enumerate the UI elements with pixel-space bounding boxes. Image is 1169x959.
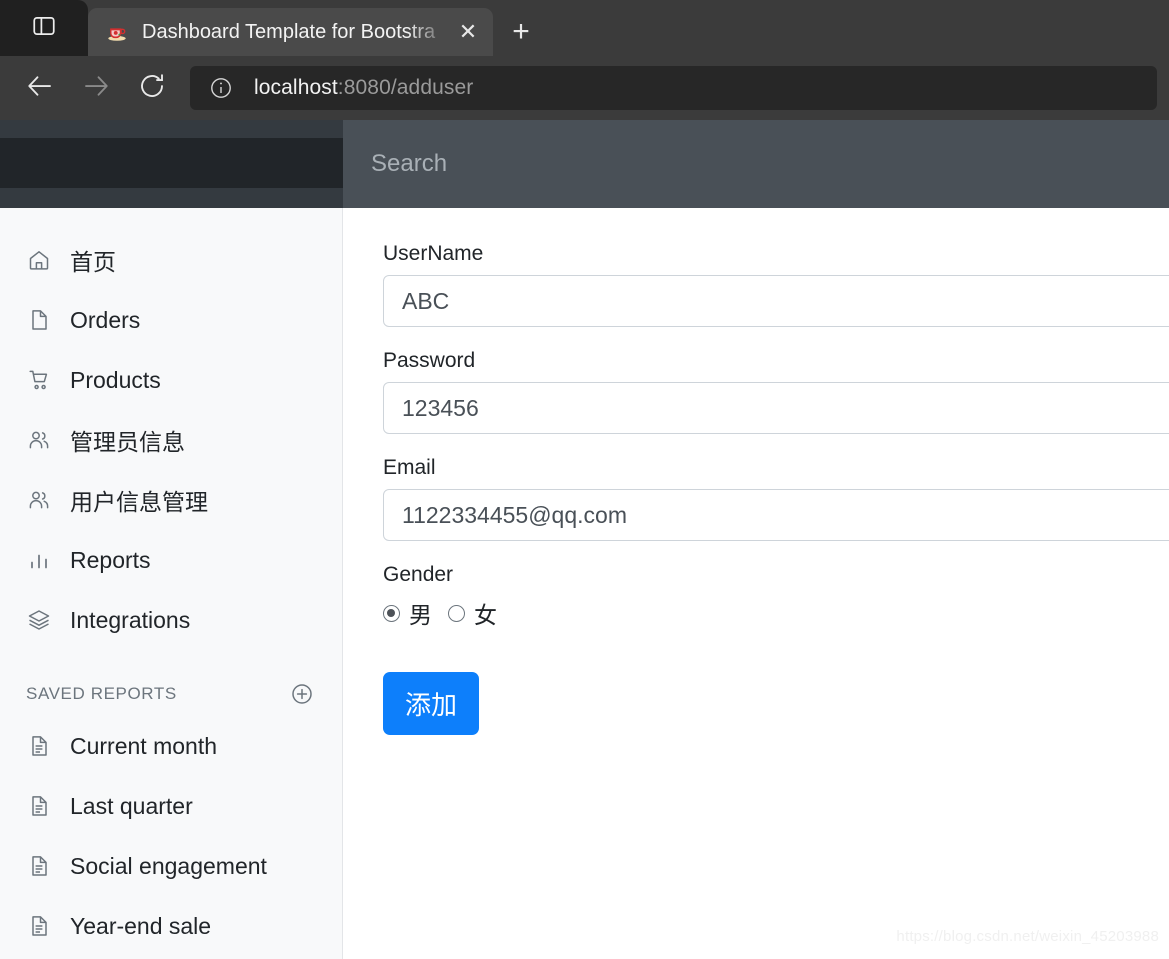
url-host: localhost <box>254 76 338 99</box>
radio-selected-icon <box>383 604 400 622</box>
saved-report-social-engagement[interactable]: Social engagement <box>0 836 342 896</box>
close-icon[interactable]: ✕ <box>453 17 483 47</box>
forward-button[interactable] <box>68 64 124 112</box>
info-circle-icon[interactable] <box>206 73 236 103</box>
reload-icon <box>137 71 167 106</box>
gender-radio-row: 男 女 <box>383 596 1169 630</box>
add-user-button[interactable]: 添加 <box>383 672 480 735</box>
tab-title: Dashboard Template for Bootstra <box>142 20 436 43</box>
sidebar-item-label: 用户信息管理 <box>70 489 208 515</box>
document-icon <box>26 733 52 759</box>
email-label: Email <box>383 456 436 479</box>
tab-strip: Dashboard Template for Bootstra ✕ + <box>0 0 1169 56</box>
sidebar-item-orders[interactable]: Orders <box>0 290 342 350</box>
password-field-group: Password <box>383 349 1169 434</box>
saved-reports-title: SAVED REPORTS <box>26 684 177 703</box>
java-coffee-cup-icon <box>106 21 128 43</box>
email-input[interactable] <box>383 489 1169 541</box>
saved-report-last-quarter[interactable]: Last quarter <box>0 776 342 836</box>
split-pane-button[interactable] <box>0 0 88 56</box>
app-navbar: Search <box>0 120 1169 208</box>
home-icon <box>26 247 52 273</box>
saved-reports-heading: SAVED REPORTS <box>0 650 342 716</box>
saved-report-label: Current month <box>70 732 218 759</box>
users-icon <box>26 487 52 513</box>
saved-report-year-end-sale[interactable]: Year-end sale <box>0 896 342 956</box>
new-tab-button[interactable]: + <box>493 8 549 56</box>
gender-radio-female[interactable]: 女 <box>448 596 497 630</box>
gender-option-label: 男 <box>409 602 432 628</box>
plus-circle-icon[interactable] <box>290 682 314 706</box>
users-icon <box>26 427 52 453</box>
sidebar-item-label: 首页 <box>70 249 116 275</box>
sidebar-item-label: Reports <box>70 546 151 573</box>
sidebar-item-reports[interactable]: Reports <box>0 530 342 590</box>
saved-report-label: Social engagement <box>70 852 267 879</box>
gender-field-group: Gender 男 女 <box>383 563 1169 630</box>
cart-icon <box>26 367 52 393</box>
file-icon <box>26 307 52 333</box>
username-input[interactable] <box>383 275 1169 327</box>
app-body: 首页 Orders Products 管理员信息 用户信息管理 Reports … <box>0 208 1169 959</box>
password-label: Password <box>383 349 476 372</box>
browser-chrome: Dashboard Template for Bootstra ✕ + loca… <box>0 0 1169 120</box>
username-label: UserName <box>383 242 484 265</box>
radio-unselected-icon <box>448 604 465 622</box>
address-bar[interactable]: localhost:8080/adduser <box>190 66 1157 110</box>
split-pane-icon <box>31 13 57 44</box>
browser-toolbar: localhost:8080/adduser <box>0 56 1169 120</box>
tab-strip-empty-area <box>549 8 1169 56</box>
bar-chart-icon <box>26 547 52 573</box>
sidebar-item-label: Integrations <box>70 606 191 633</box>
sidebar: 首页 Orders Products 管理员信息 用户信息管理 Reports … <box>0 208 343 959</box>
app-search-field[interactable]: Search <box>343 120 1169 208</box>
document-icon <box>26 793 52 819</box>
gender-label: Gender <box>383 563 454 586</box>
saved-report-label: Last quarter <box>70 792 193 819</box>
arrow-left-icon <box>25 71 55 106</box>
email-field-group: Email <box>383 456 1169 541</box>
arrow-right-icon <box>81 71 111 106</box>
layers-icon <box>26 607 52 633</box>
sidebar-item-label: 管理员信息 <box>70 429 185 455</box>
watermark-text: https://blog.csdn.net/weixin_45203988 <box>896 928 1159 945</box>
main-content: UserName Password Email Gender 男 <box>343 208 1169 959</box>
sidebar-item-label: Orders <box>70 306 141 333</box>
sidebar-item-label: Products <box>70 366 161 393</box>
gender-radio-male[interactable]: 男 <box>383 596 432 630</box>
saved-report-label: Year-end sale <box>70 912 212 939</box>
back-button[interactable] <box>12 64 68 112</box>
saved-report-current-month[interactable]: Current month <box>0 716 342 776</box>
document-icon <box>26 853 52 879</box>
password-input[interactable] <box>383 382 1169 434</box>
sidebar-item-integrations[interactable]: Integrations <box>0 590 342 650</box>
browser-tab[interactable]: Dashboard Template for Bootstra ✕ <box>88 8 493 56</box>
web-page: Search 首页 Orders Products 管理员信息 用户信息管理 R… <box>0 120 1169 959</box>
address-bar-text: localhost:8080/adduser <box>254 76 473 100</box>
sidebar-item-home[interactable]: 首页 <box>0 230 342 290</box>
sidebar-item-admin-info[interactable]: 管理员信息 <box>0 410 342 470</box>
document-icon <box>26 913 52 939</box>
sidebar-item-products[interactable]: Products <box>0 350 342 410</box>
reload-button[interactable] <box>124 64 180 112</box>
app-brand[interactable] <box>0 138 343 188</box>
sidebar-item-user-management[interactable]: 用户信息管理 <box>0 470 342 530</box>
gender-option-label: 女 <box>474 602 497 628</box>
username-field-group: UserName <box>383 242 1169 327</box>
url-path: :8080/adduser <box>337 76 474 99</box>
